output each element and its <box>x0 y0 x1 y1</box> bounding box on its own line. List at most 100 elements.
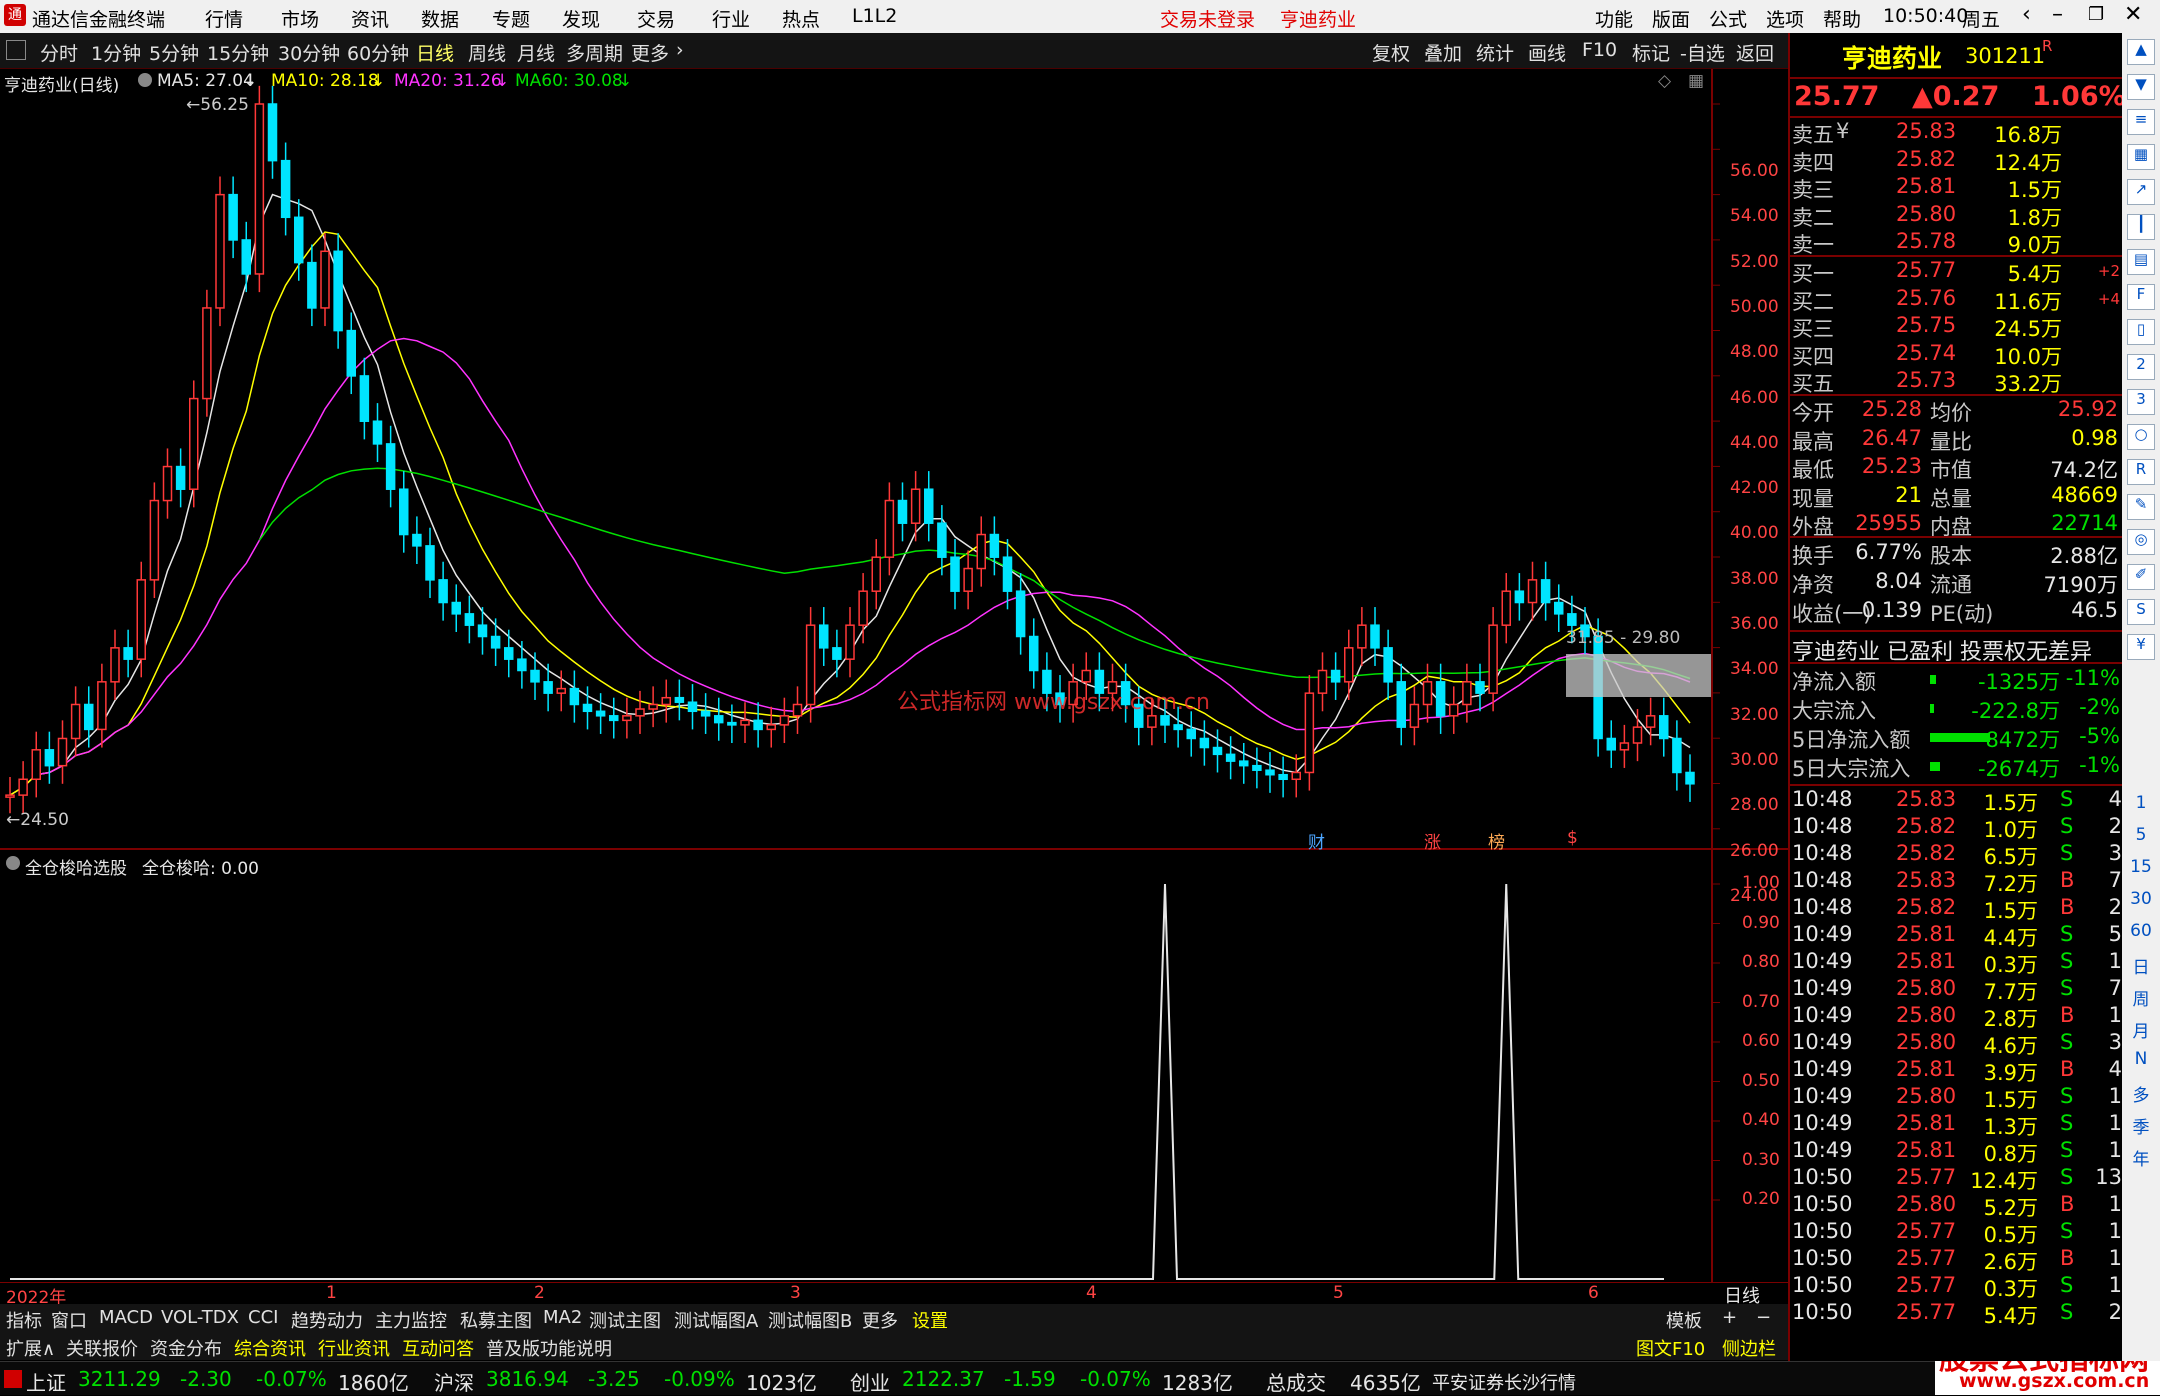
candlestick-chart[interactable] <box>0 69 1788 852</box>
indicator-chart[interactable] <box>0 852 1788 1282</box>
menu-6[interactable]: 交易 <box>637 5 675 32</box>
info-tab-0[interactable]: 扩展∧ <box>6 1335 55 1361</box>
period-shortcut[interactable]: 月 <box>2122 1017 2160 1042</box>
menu-7[interactable]: 行业 <box>712 5 750 32</box>
indicator-tab-5[interactable]: 趋势动力 <box>291 1307 363 1333</box>
period-shortcut[interactable]: 15 <box>2122 857 2160 877</box>
menu-0[interactable]: 行情 <box>205 5 243 32</box>
arrow-up-icon[interactable]: ▲ <box>2127 39 2155 65</box>
index-name[interactable]: 创业 <box>850 1367 890 1396</box>
index-name[interactable]: 上证 <box>26 1367 66 1396</box>
tuwen-f10-button[interactable]: 图文F10 <box>1636 1335 1705 1361</box>
menu-8[interactable]: 热点 <box>782 5 820 32</box>
right-menu-3[interactable]: 选项 <box>1766 5 1804 32</box>
right-menu-0[interactable]: 功能 <box>1595 5 1633 32</box>
menu-4[interactable]: 专题 <box>492 5 530 32</box>
indicator-tab-9[interactable]: 测试主图 <box>589 1307 661 1333</box>
indicator-tab-1[interactable]: 窗口 <box>51 1307 87 1333</box>
period-tab-0[interactable]: 分时 <box>40 39 78 66</box>
menu-1[interactable]: 市场 <box>281 5 319 32</box>
target-icon[interactable]: ◎ <box>2127 529 2155 555</box>
indicator-tab-0[interactable]: 指标 <box>6 1307 42 1333</box>
period-tab-4[interactable]: 30分钟 <box>278 39 340 66</box>
info-tab-6[interactable]: 普及版功能说明 <box>486 1335 612 1361</box>
line-chart-icon[interactable]: ↗ <box>2127 179 2155 205</box>
menu-3[interactable]: 数据 <box>421 5 459 32</box>
pen-icon[interactable]: ✐ <box>2127 564 2155 590</box>
tool-button-4[interactable]: F10 <box>1582 39 1617 61</box>
period-tab-8[interactable]: 月线 <box>517 39 555 66</box>
close-icon[interactable]: ✕ <box>2124 2 2142 27</box>
info-tab-5[interactable]: 互动问答 <box>402 1335 474 1361</box>
event-marker[interactable]: 财 <box>1308 828 1325 853</box>
indicator-tab-4[interactable]: CCI <box>248 1307 278 1328</box>
minus-button[interactable]: − <box>1756 1307 1771 1328</box>
right-menu-4[interactable]: 帮助 <box>1823 5 1861 32</box>
toggle-icon[interactable] <box>6 40 26 60</box>
event-marker[interactable]: 涨 <box>1424 828 1441 853</box>
info-tab-1[interactable]: 关联报价 <box>66 1335 138 1361</box>
indicator-tab-3[interactable]: VOL-TDX <box>161 1307 239 1328</box>
period-tab-3[interactable]: 15分钟 <box>207 39 269 66</box>
tool-icon[interactable]: ✎ <box>2127 494 2155 520</box>
candle-icon[interactable]: ┃ <box>2127 214 2155 240</box>
indicator-tab-13[interactable]: 设置 <box>912 1307 948 1333</box>
tool-button-6[interactable]: -自选 <box>1680 39 1725 66</box>
period-shortcut[interactable]: 日 <box>2122 953 2160 978</box>
indicator-tab-10[interactable]: 测试幅图A <box>674 1307 758 1333</box>
event-marker[interactable]: $ <box>1567 828 1578 848</box>
right-menu-1[interactable]: 版面 <box>1652 5 1690 32</box>
info-tab-2[interactable]: 资金分布 <box>150 1335 222 1361</box>
list-icon[interactable]: ≡ <box>2127 109 2155 135</box>
grid-icon[interactable]: ▦ <box>2127 144 2155 170</box>
period-tab-5[interactable]: 60分钟 <box>347 39 409 66</box>
period-shortcut[interactable]: N <box>2122 1049 2160 1069</box>
index-name[interactable]: 沪深 <box>434 1367 474 1396</box>
rsi-icon[interactable]: R <box>2127 459 2155 485</box>
period-tab-2[interactable]: 5分钟 <box>149 39 199 66</box>
period-shortcut[interactable]: 1 <box>2122 793 2160 813</box>
f10-icon[interactable]: F <box>2127 284 2155 310</box>
tool-button-2[interactable]: 统计 <box>1476 39 1514 66</box>
indicator-tab-2[interactable]: MACD <box>99 1307 153 1328</box>
tool-button-3[interactable]: 画线 <box>1528 39 1566 66</box>
period-shortcut[interactable]: 年 <box>2122 1145 2160 1170</box>
menu-9[interactable]: L1L2 <box>852 5 897 27</box>
tool-button-1[interactable]: 叠加 <box>1424 39 1462 66</box>
period-tab-1[interactable]: 1分钟 <box>91 39 141 66</box>
period-shortcut[interactable]: 季 <box>2122 1113 2160 1138</box>
menu-2[interactable]: 资讯 <box>351 5 389 32</box>
period-shortcut[interactable]: 周 <box>2122 985 2160 1010</box>
news-icon[interactable]: ▤ <box>2127 249 2155 275</box>
fs-icon[interactable]: S <box>2127 599 2155 625</box>
period-tab-9[interactable]: 多周期 <box>566 39 623 66</box>
template-button[interactable]: 模板 <box>1666 1307 1702 1333</box>
period-tab-7[interactable]: 周线 <box>468 39 506 66</box>
restore-icon[interactable]: ❐ <box>2088 4 2104 25</box>
arrow-down-icon[interactable]: ▼ <box>2127 74 2155 100</box>
tool-button-7[interactable]: 返回 <box>1736 39 1774 66</box>
event-marker[interactable]: 榜 <box>1488 828 1505 853</box>
tool-button-0[interactable]: 复权 <box>1372 39 1410 66</box>
circle-icon[interactable]: ○ <box>2127 424 2155 450</box>
info-tab-3[interactable]: 综合资讯 <box>234 1335 306 1361</box>
menu-5[interactable]: 发现 <box>562 5 600 32</box>
plus-button[interactable]: + <box>1722 1307 1737 1328</box>
info-tab-4[interactable]: 行业资讯 <box>318 1335 390 1361</box>
cash-icon[interactable]: ¥ <box>2127 634 2155 660</box>
period-shortcut[interactable]: 30 <box>2122 889 2160 909</box>
period-shortcut[interactable]: 5 <box>2122 825 2160 845</box>
indicator-tab-12[interactable]: 更多 <box>862 1307 898 1333</box>
more-chevron-icon[interactable]: › <box>676 39 684 61</box>
minimize-icon[interactable]: – <box>2052 2 2063 27</box>
indicator-tab-6[interactable]: 主力监控 <box>375 1307 447 1333</box>
f3-icon[interactable]: 3 <box>2127 389 2155 415</box>
indicator-tab-11[interactable]: 测试幅图B <box>768 1307 852 1333</box>
back-icon[interactable]: ‹ <box>2022 2 2031 27</box>
period-tab-10[interactable]: 更多 <box>631 39 669 66</box>
period-tab-6[interactable]: 日线 <box>416 39 454 66</box>
right-menu-2[interactable]: 公式 <box>1709 5 1747 32</box>
period-shortcut[interactable]: 60 <box>2122 921 2160 941</box>
indicator-tab-7[interactable]: 私募主图 <box>460 1307 532 1333</box>
tool-button-5[interactable]: 标记 <box>1632 39 1670 66</box>
